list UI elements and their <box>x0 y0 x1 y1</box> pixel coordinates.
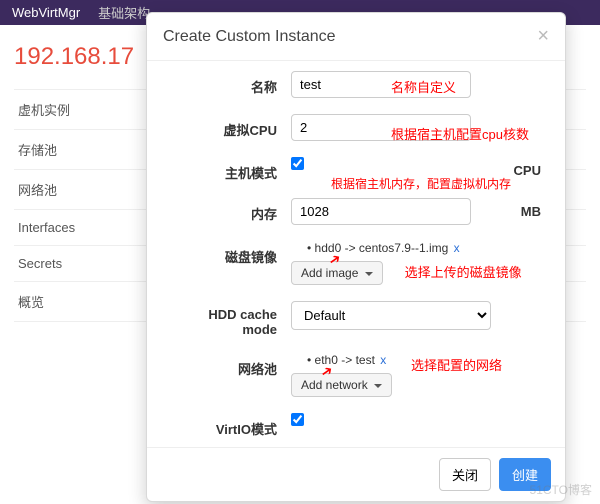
suffix-cpu: CPU <box>514 163 541 178</box>
remove-net-link[interactable]: x <box>380 353 386 367</box>
note-net: 选择配置的网络 <box>411 355 502 374</box>
watermark: 51CTO博客 <box>530 481 592 498</box>
hdd-cache-select[interactable]: Default <box>291 301 491 330</box>
caret-down-icon <box>374 384 382 388</box>
label-hdd-cache: HDD cache mode <box>171 301 291 337</box>
label-name: 名称 <box>171 71 291 96</box>
label-memory: 内存 <box>171 198 291 223</box>
create-instance-modal: Create Custom Instance × 名称 名称自定义 虚拟CPU … <box>146 12 566 502</box>
label-virtio: VirtIO模式 <box>171 413 291 438</box>
note-vcpu: 根据宿主机配置cpu核数 <box>391 124 529 143</box>
modal-header: Create Custom Instance × <box>147 13 565 61</box>
modal-footer: 关闭 创建 <box>147 447 565 501</box>
modal-body: 名称 名称自定义 虚拟CPU 根据宿主机配置cpu核数 主机模式 CPU <box>147 61 565 447</box>
suffix-mb: MB <box>521 204 541 219</box>
note-name: 名称自定义 <box>391 77 456 96</box>
caret-down-icon <box>365 272 373 276</box>
close-button[interactable]: 关闭 <box>439 458 491 491</box>
virtio-checkbox[interactable] <box>291 413 304 426</box>
label-disk-image: 磁盘镜像 <box>171 241 291 266</box>
note-disk: 选择上传的磁盘镜像 <box>405 265 522 280</box>
remove-disk-link[interactable]: x <box>454 241 460 255</box>
modal-title: Create Custom Instance <box>163 28 336 46</box>
host-mode-checkbox[interactable] <box>291 157 304 170</box>
note-memory: 根据宿主机内存，配置虚拟机内存 <box>331 175 511 192</box>
label-vcpu: 虚拟CPU <box>171 114 291 139</box>
close-icon[interactable]: × <box>537 25 549 48</box>
label-net-pool: 网络池 <box>171 353 291 378</box>
label-host-mode: 主机模式 <box>171 157 291 182</box>
modal-backdrop: Create Custom Instance × 名称 名称自定义 虚拟CPU … <box>0 0 600 504</box>
add-network-button[interactable]: Add network <box>291 373 392 397</box>
memory-input[interactable] <box>291 198 471 225</box>
disk-item: • hdd0 -> centos7.9--1.img x <box>307 241 541 255</box>
